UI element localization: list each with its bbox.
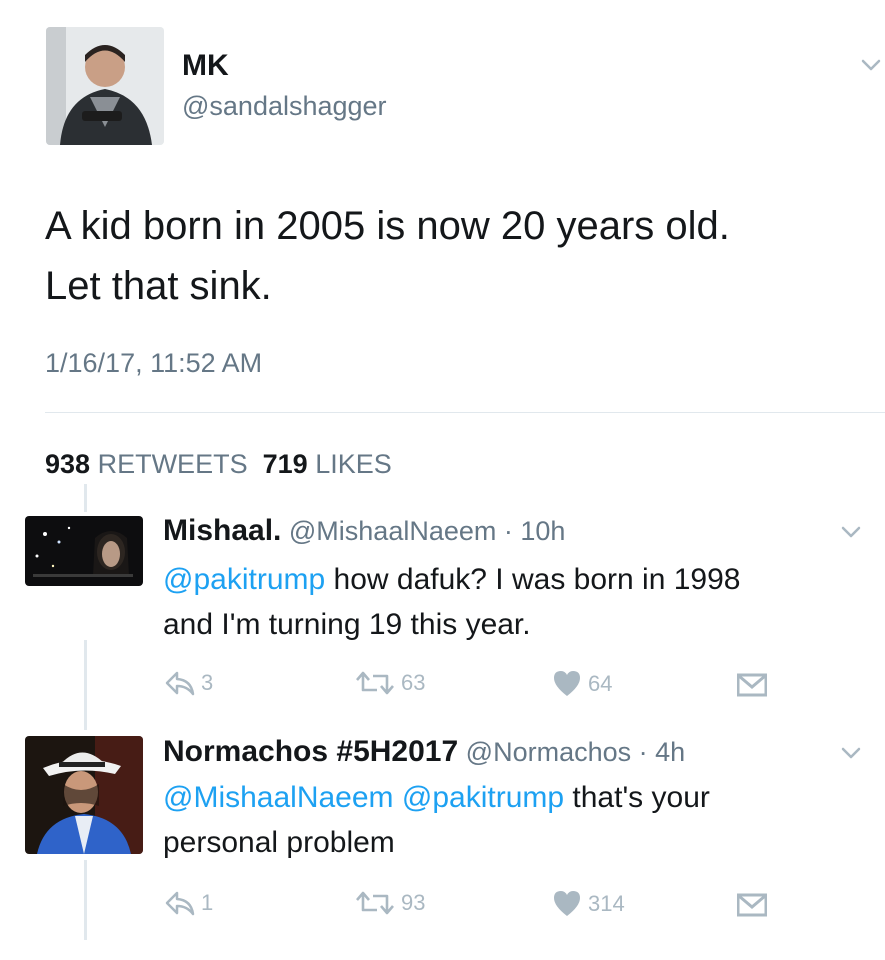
like-button[interactable]: 64 xyxy=(552,670,612,697)
reply-text-line: and I'm turning 19 this year. xyxy=(163,608,531,641)
reply-icon xyxy=(165,670,195,696)
author-name[interactable]: MK xyxy=(182,50,229,82)
avatar[interactable] xyxy=(25,736,143,854)
tweet-text: A kid born in 2005 is now 20 years old. … xyxy=(45,196,865,316)
retweets-count: 938 xyxy=(45,449,91,479)
tweet-text-line: A kid born in 2005 is now 20 years old. xyxy=(45,204,730,248)
reply-author-name[interactable]: Normachos #5H2017 xyxy=(163,735,458,768)
reply-count: 1 xyxy=(201,890,214,915)
retweet-icon xyxy=(355,890,395,916)
author-handle[interactable]: @sandalshagger xyxy=(182,91,387,121)
tweet-timestamp[interactable]: 1/16/17, 11:52 AM xyxy=(45,347,262,379)
avatar[interactable] xyxy=(25,516,143,586)
thread-line xyxy=(84,484,87,512)
reply-author-name[interactable]: Mishaal. xyxy=(163,514,281,547)
reply-author-handle[interactable]: @Normachos xyxy=(466,737,631,767)
retweet-count: 93 xyxy=(401,890,426,915)
heart-icon xyxy=(552,670,582,697)
reply-text-line: personal problem xyxy=(163,826,395,859)
reply-time[interactable]: · 4h xyxy=(639,737,686,767)
like-count: 64 xyxy=(588,670,613,696)
retweets-stat[interactable]: 938 RETWEETS xyxy=(45,449,248,479)
heart-icon xyxy=(552,890,582,917)
tweet-text-line: Let that sink. xyxy=(45,264,272,308)
thread-line xyxy=(84,640,87,730)
likes-count: 719 xyxy=(262,449,308,479)
reply-count: 3 xyxy=(201,670,214,695)
avatar[interactable] xyxy=(46,27,164,145)
reply-header: Normachos #5H2017 @Normachos · 4h xyxy=(163,736,685,768)
envelope-icon xyxy=(737,893,767,917)
reply-text-line: @MishaalNaeem @pakitrump that's your xyxy=(163,775,863,820)
retweet-count: 63 xyxy=(401,670,426,695)
like-count: 314 xyxy=(588,890,625,916)
tweet-stats: 938 RETWEETS 719 LIKES xyxy=(45,448,392,480)
likes-stat[interactable]: 719 LIKES xyxy=(263,449,392,479)
chevron-down-icon[interactable] xyxy=(840,521,862,543)
retweet-button[interactable]: 63 xyxy=(355,670,425,696)
retweets-label: RETWEETS xyxy=(97,449,248,479)
envelope-icon xyxy=(737,673,767,697)
reply-text-line: @pakitrump how dafuk? I was born in 1998 xyxy=(163,557,863,602)
reply-text: @pakitrump how dafuk? I was born in 1998… xyxy=(163,557,863,647)
reply-author-handle[interactable]: @MishaalNaeem xyxy=(289,516,496,546)
chevron-down-icon[interactable] xyxy=(860,54,882,76)
retweet-button[interactable]: 93 xyxy=(355,890,425,916)
chevron-down-icon[interactable] xyxy=(840,742,862,764)
mention-link[interactable]: @pakitrump xyxy=(163,563,325,596)
mention-link[interactable]: @pakitrump xyxy=(402,781,564,814)
dm-button[interactable] xyxy=(737,673,767,697)
like-button[interactable]: 314 xyxy=(552,890,625,917)
mention-link[interactable]: @MishaalNaeem xyxy=(163,781,394,814)
reply-text-segment: how dafuk? I was born in 1998 xyxy=(325,563,741,596)
reply-time[interactable]: · 10h xyxy=(504,516,566,546)
reply-header: Mishaal. @MishaalNaeem · 10h xyxy=(163,515,565,547)
dm-button[interactable] xyxy=(737,893,767,917)
reply-text: @MishaalNaeem @pakitrump that's your per… xyxy=(163,775,863,865)
retweet-icon xyxy=(355,670,395,696)
likes-label: LIKES xyxy=(315,449,392,479)
reply-button[interactable]: 1 xyxy=(165,890,213,916)
reply-text-segment: that's your xyxy=(564,781,710,814)
reply-button[interactable]: 3 xyxy=(165,670,213,696)
reply-icon xyxy=(165,890,195,916)
divider xyxy=(45,412,885,413)
thread-line xyxy=(84,860,87,940)
